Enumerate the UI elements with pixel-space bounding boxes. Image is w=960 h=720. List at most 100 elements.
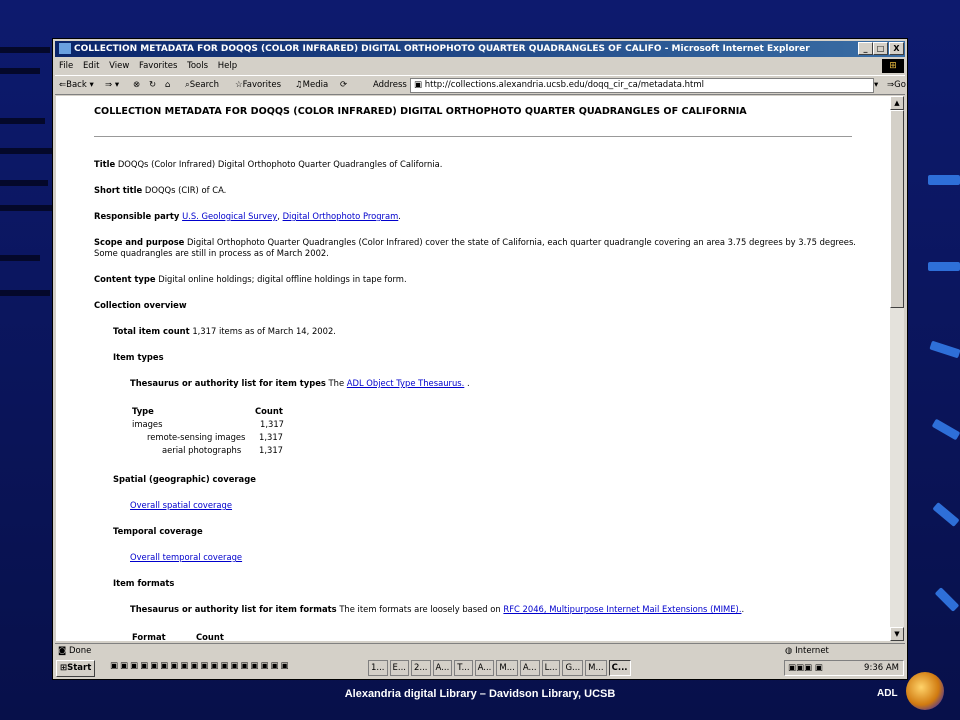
- spatial-coverage-link[interactable]: Overall spatial coverage: [130, 500, 232, 510]
- vertical-scrollbar[interactable]: ▲ ▼: [890, 96, 904, 641]
- taskbar-item[interactable]: G...: [562, 660, 584, 676]
- temporal-coverage-link[interactable]: Overall temporal coverage: [130, 552, 242, 562]
- window-title: COLLECTION METADATA FOR DOQQS (COLOR INF…: [74, 44, 810, 54]
- scope-field-continued: Some quadrangles are still in process as…: [94, 248, 329, 258]
- table-row-type: remote-sensing images: [147, 432, 246, 442]
- temporal-coverage-heading: Temporal coverage: [113, 526, 203, 536]
- history-icon[interactable]: ⟳: [340, 76, 347, 94]
- title-field: Title DOQQs (Color Infrared) Digital Ort…: [94, 159, 443, 169]
- slide-decoration: [0, 180, 48, 186]
- menu-file[interactable]: File: [59, 61, 73, 71]
- back-button[interactable]: ⇐Back ▾: [59, 76, 94, 94]
- menu-favorites[interactable]: Favorites: [139, 61, 177, 71]
- taskbar-item[interactable]: E...: [389, 660, 409, 676]
- collection-overview-heading: Collection overview: [94, 300, 187, 310]
- slide-decoration: [928, 175, 960, 185]
- page-icon: ▣: [414, 80, 423, 90]
- close-button[interactable]: X: [889, 42, 904, 55]
- slide-decoration: [0, 255, 40, 261]
- slide-decoration: [929, 340, 960, 359]
- taskbar-item[interactable]: A...: [432, 660, 453, 676]
- tray-icons[interactable]: ▣▣▣ ▣: [788, 663, 823, 673]
- scroll-down-icon[interactable]: ▼: [890, 627, 904, 641]
- scroll-thumb[interactable]: [890, 110, 904, 308]
- adl-logo-text: ADL: [877, 688, 898, 699]
- slide-decoration: [0, 205, 52, 211]
- slide-footer: Alexandria digital Library – Davidson Li…: [344, 688, 616, 700]
- page-title: COLLECTION METADATA FOR DOQQS (COLOR INF…: [94, 106, 747, 117]
- minimize-button[interactable]: _: [858, 42, 873, 55]
- system-tray: ▣▣▣ ▣ 9:36 AM: [784, 660, 904, 676]
- taskbar-item[interactable]: 1...: [368, 660, 388, 676]
- menu-view[interactable]: View: [109, 61, 129, 71]
- item-formats-heading: Item formats: [113, 578, 175, 588]
- address-bar[interactable]: ▣ http://collections.alexandria.ucsb.edu…: [410, 78, 874, 93]
- content-type-field: Content type Digital online holdings; di…: [94, 274, 407, 284]
- slide-decoration: [931, 418, 960, 441]
- slide-decoration: [932, 502, 960, 527]
- search-button[interactable]: ⌕Search: [185, 76, 219, 94]
- address-dropdown-icon[interactable]: ▾: [874, 76, 878, 94]
- scroll-up-icon[interactable]: ▲: [890, 96, 904, 110]
- slide-decoration: [0, 148, 52, 154]
- forward-button[interactable]: ⇒ ▾: [105, 76, 119, 94]
- address-input[interactable]: http://collections.alexandria.ucsb.edu/d…: [425, 80, 704, 90]
- toolbar: ⇐Back ▾ ⇒ ▾ ⊗ ↻ ⌂ ⌕Search ☆Favorites ♫Me…: [55, 75, 906, 95]
- status-bar: ◙ Done ◍ Internet: [55, 643, 905, 658]
- start-button[interactable]: ⊞Start: [56, 660, 96, 677]
- slide-decoration: [0, 290, 50, 296]
- favorites-button[interactable]: ☆Favorites: [235, 76, 281, 94]
- slide-decoration: [0, 118, 45, 124]
- type-column-header: Type: [132, 406, 154, 416]
- ie-icon: [59, 43, 71, 54]
- refresh-icon[interactable]: ↻: [149, 76, 156, 94]
- taskbar-item[interactable]: A...: [474, 660, 495, 676]
- taskbar-item[interactable]: A...: [519, 660, 540, 676]
- go-button[interactable]: ⇒Go: [887, 76, 906, 94]
- rfc-2046-link[interactable]: RFC 2046, Multipurpose Internet Mail Ext…: [503, 604, 741, 614]
- quick-launch-icons[interactable]: ▣▣▣▣▣▣▣▣▣▣▣▣▣▣▣▣▣▣: [110, 661, 291, 671]
- taskbar-item[interactable]: M...: [585, 660, 607, 676]
- taskbar-item[interactable]: L...: [541, 660, 561, 676]
- adl-thesaurus-link[interactable]: ADL Object Type Thesaurus.: [347, 378, 465, 388]
- orthophoto-program-link[interactable]: Digital Orthophoto Program: [283, 211, 399, 221]
- slide-decoration: [928, 262, 960, 271]
- divider: [94, 136, 852, 137]
- table-row-count: 1,317: [260, 419, 284, 429]
- table-row-type: images: [132, 419, 163, 429]
- format-column-header: Format: [132, 632, 166, 641]
- count-column-header: Count: [255, 406, 283, 416]
- usgs-link[interactable]: U.S. Geological Survey: [182, 211, 277, 221]
- windows-logo-icon: ⊞: [882, 59, 904, 73]
- table-row-type: aerial photographs: [162, 445, 242, 455]
- internet-zone: ◍ Internet: [785, 646, 829, 656]
- stop-icon[interactable]: ⊗: [133, 76, 140, 94]
- taskbar-item-active[interactable]: C...: [608, 660, 631, 676]
- taskbar-item[interactable]: T...: [454, 660, 473, 676]
- menu-edit[interactable]: Edit: [83, 61, 99, 71]
- table-row-count: 1,317: [259, 445, 283, 455]
- title-bar[interactable]: COLLECTION METADATA FOR DOQQS (COLOR INF…: [55, 41, 905, 57]
- home-icon[interactable]: ⌂: [165, 76, 170, 94]
- address-label: Address: [373, 80, 407, 90]
- menu-tools[interactable]: Tools: [187, 61, 208, 71]
- status-text: Done: [68, 646, 92, 656]
- scope-field: Scope and purpose Digital Orthophoto Qua…: [94, 237, 856, 247]
- menu-help[interactable]: Help: [218, 61, 237, 71]
- restore-button[interactable]: □: [873, 42, 888, 55]
- taskbar-item[interactable]: 2...: [411, 660, 431, 676]
- item-types-heading: Item types: [113, 352, 164, 362]
- taskbar: ⊞Start ▣▣▣▣▣▣▣▣▣▣▣▣▣▣▣▣▣▣ 1... E... 2...…: [55, 659, 905, 677]
- clock: 9:36 AM: [864, 663, 899, 673]
- taskbar-item[interactable]: M...: [496, 660, 518, 676]
- page-content: COLLECTION METADATA FOR DOQQS (COLOR INF…: [56, 96, 890, 641]
- short-title-field: Short title DOQQs (CIR) of CA.: [94, 185, 227, 195]
- browser-window: COLLECTION METADATA FOR DOQQS (COLOR INF…: [53, 39, 907, 679]
- slide-decoration: [934, 587, 960, 612]
- format-count-column-header: Count: [196, 632, 224, 641]
- done-icon: ◙: [58, 646, 67, 656]
- menu-bar: File Edit View Favorites Tools Help: [55, 58, 905, 74]
- slide-decoration: [0, 47, 50, 53]
- slide-decoration: [0, 68, 40, 74]
- media-button[interactable]: ♫Media: [295, 76, 328, 94]
